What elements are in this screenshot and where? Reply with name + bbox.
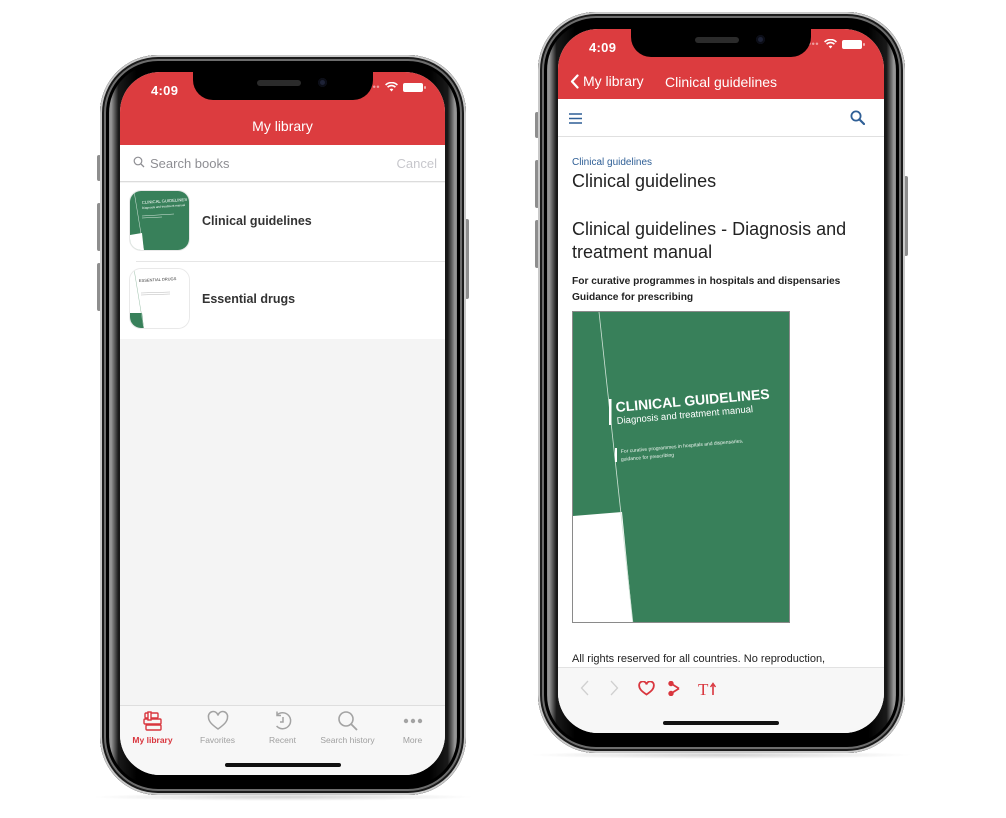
tab-more[interactable]: More [380,710,445,745]
page-title: My library [252,118,313,134]
text-size-icon: T [698,680,717,697]
search-input[interactable]: Search books [150,156,230,171]
home-indicator[interactable] [224,763,341,767]
notch [192,72,373,100]
chapter-heading: Clinical guidelines [572,171,717,191]
book-title: Essential drugs [202,292,296,306]
books-icon [142,711,162,731]
heart-icon [637,680,655,696]
chevron-left-icon [580,680,588,696]
breadcrumb-link[interactable]: Clinical guidelines [572,157,652,168]
share-icon [668,680,680,696]
status-time: 4:09 [151,83,179,98]
tab-bar: My library Favorites Recent Search histo… [120,705,445,775]
notch [631,29,811,57]
phone-clinical-guidelines: My library Clinical guidelines 4:09 ••••… [528,12,915,759]
status-time: 4:09 [589,40,617,55]
search-icon[interactable] [850,110,865,125]
more-dots-icon [403,718,422,724]
back-label: My library [583,73,644,89]
page-title: Clinical guidelines [665,74,778,90]
cancel-button[interactable]: Cancel [397,156,437,171]
search-bar: Search books Cancel [120,145,445,182]
tab-recent[interactable]: Recent [250,710,315,745]
search-icon [133,156,145,168]
favorite-button[interactable] [635,676,657,700]
screen: My library 4:09 ••••• Search books Cance… [120,72,445,775]
book-item-clinical-guidelines[interactable]: CLINICAL GUIDELINES Diagnosis and treatm… [120,183,445,261]
tab-favorites[interactable]: Favorites [185,710,250,745]
tab-label: Favorites [200,735,235,745]
tab-label: Recent [269,735,296,745]
book-list: CLINICAL GUIDELINES Diagnosis and treatm… [120,183,445,339]
battery-icon [842,39,865,49]
book-heading: Clinical guidelines - Diagnosis and trea… [572,219,847,262]
tab-label: Search history [320,735,375,745]
book-cover-thumbnail: ESSENTIAL DRUGS [129,268,190,329]
chevron-left-icon [570,73,579,89]
search-icon [337,711,358,731]
subtitle-line: For curative programmes in hospitals and… [572,276,841,287]
wifi-icon [824,39,837,49]
screen: My library Clinical guidelines 4:09 ••••… [558,29,884,733]
book-cover-image: CLINICAL GUIDELINES Diagnosis and treatm… [572,311,790,623]
book-title: Clinical guidelines [202,214,312,228]
tab-my-library[interactable]: My library [120,710,185,745]
wifi-icon [385,82,398,92]
battery-icon [403,82,426,92]
hamburger-menu-icon[interactable] [569,113,582,124]
tab-label: My library [132,735,173,745]
tab-label: More [402,735,423,745]
share-button[interactable] [665,676,685,700]
svg-text:T: T [698,680,709,697]
back-button[interactable]: My library [570,73,644,89]
heart-icon [207,710,228,730]
history-icon [275,711,291,730]
chevron-right-icon [610,680,618,696]
next-page-button[interactable] [604,676,624,700]
tab-search-history[interactable]: Search history [315,710,380,745]
book-item-essential-drugs[interactable]: ESSENTIAL DRUGS Essential drugs [120,261,445,339]
reader-bottom-bar: T [558,667,884,733]
book-content: Clinical guidelines Clinical guidelines … [558,138,884,667]
home-indicator[interactable] [663,721,779,725]
reader-toolbar [558,99,884,137]
previous-page-button[interactable] [574,676,594,700]
book-subtitle: For curative programmes in hospitals and… [572,274,840,306]
rights-text: All rights reserved for all countries. N… [572,653,826,665]
subtitle-line: Guidance for prescribing [572,292,694,303]
text-size-button[interactable]: T [696,676,720,700]
book-cover-thumbnail: CLINICAL GUIDELINES Diagnosis and treatm… [129,190,190,251]
phone-my-library: My library 4:09 ••••• Search books Cance… [90,55,476,801]
